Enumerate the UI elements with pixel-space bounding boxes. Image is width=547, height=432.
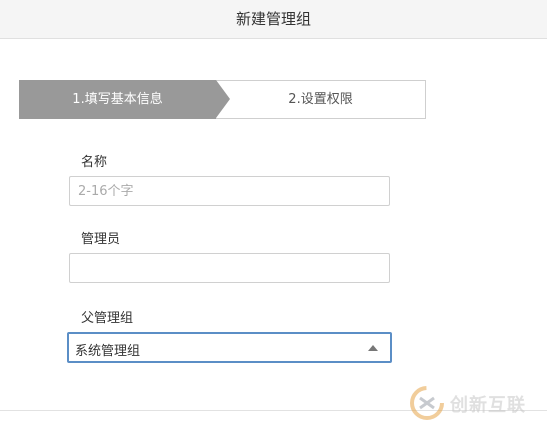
watermark-text: 创新互联 [450, 395, 526, 416]
dialog-title: 新建管理组 [235, 10, 311, 28]
watermark-logo: 创新互联 [410, 384, 540, 424]
step-arrow-icon [216, 80, 230, 118]
parent-group-selected-value: 系统管理组 [75, 344, 141, 359]
step-basic-info[interactable]: 1.填写基本信息 [19, 80, 216, 119]
admin-label: 管理员 [81, 232, 121, 247]
wizard-steps: 2.设置权限 1.填写基本信息 [19, 80, 426, 119]
admin-input[interactable] [69, 253, 390, 283]
parent-group-select[interactable]: 系统管理组 [67, 332, 392, 363]
caret-up-icon [368, 345, 378, 351]
parent-group-label: 父管理组 [81, 311, 134, 326]
watermark-logo-icon [410, 386, 444, 420]
dialog-header: 新建管理组 [0, 0, 547, 39]
step-set-permissions[interactable]: 2.设置权限 [216, 80, 426, 119]
name-input[interactable] [69, 176, 390, 206]
name-label: 名称 [81, 155, 108, 170]
